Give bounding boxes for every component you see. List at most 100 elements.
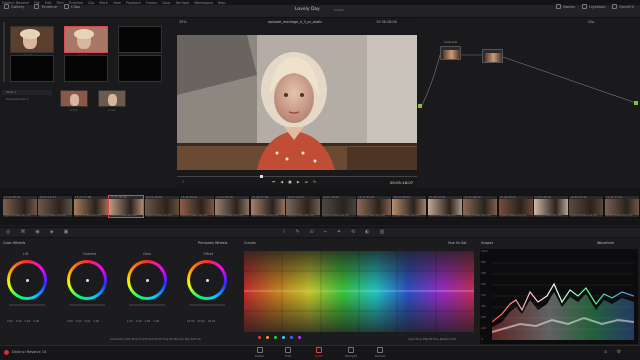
menu-item-11[interactable]: Fairlight — [176, 1, 190, 5]
yellow-channel-dot[interactable] — [266, 336, 269, 339]
curves-mode[interactable]: Hue Vs Sat — [448, 241, 467, 245]
gallery-scrollbar[interactable] — [3, 22, 5, 82]
wheel-value[interactable]: 0.00 — [85, 320, 91, 323]
menu-item-9[interactable]: Fusion — [146, 1, 157, 5]
wheel-center-dot[interactable] — [205, 278, 209, 282]
wheel-value[interactable]: 0.00 — [16, 320, 22, 323]
wheel-value[interactable]: 0.00 — [33, 320, 39, 323]
timeline-clip[interactable]: 12:21:50:20 Apple ProRes 422 HQ — [214, 195, 251, 218]
page-tab-edit[interactable]: Edit — [285, 347, 291, 358]
gallery-still[interactable] — [10, 55, 54, 82]
color-wheels-mode[interactable]: Primaries Wheels — [198, 241, 227, 245]
node-input-source[interactable] — [418, 104, 422, 108]
wheel-master-slider[interactable] — [69, 304, 105, 306]
cyan-channel-dot[interactable] — [282, 336, 285, 339]
timeline-clip[interactable]: 15:36:28:08 Apple ProRes 422 HQ — [108, 195, 145, 218]
wheel-center-dot[interactable] — [145, 278, 149, 282]
magenta-channel-dot[interactable] — [298, 336, 301, 339]
timeline-clip[interactable]: 11:22:28:10 Apple ProRes 422 HQ — [2, 195, 38, 218]
timeline-clip[interactable]: 15:23:28:09 Apple ProRes 422 HQ — [143, 195, 180, 218]
page-tab-fairlight[interactable]: Fairlight — [345, 347, 357, 358]
timeline-clip[interactable]: 14:47:19:04 Apple ProRes 422 HQ — [320, 195, 357, 218]
menu-item-12[interactable]: Workspace — [194, 1, 213, 5]
palette-tools-right[interactable]: ⌇✎⊙⌁✦⟲◐▥ — [283, 229, 394, 235]
gallery-still[interactable] — [118, 26, 162, 53]
wheel-values[interactable]: 1.00 1.00 1.00 1.00 — [127, 320, 159, 323]
gallery-still[interactable] — [64, 26, 108, 53]
menu-item-5[interactable]: Clip — [88, 1, 94, 5]
menu-item-13[interactable]: Help — [218, 1, 226, 5]
viewer-frame[interactable] — [177, 35, 417, 170]
wheel-master-slider[interactable] — [129, 304, 165, 306]
nodes-button[interactable]: Nodes — [556, 3, 575, 10]
timeline-clip[interactable]: 14:27:23:03 Apple ProRes 422 HQ — [285, 195, 322, 218]
page-tab-deliver[interactable]: Deliver — [375, 347, 386, 358]
gallery-still[interactable] — [60, 90, 88, 107]
wheel-values[interactable]: 0.00 0.00 0.00 0.00 — [67, 320, 99, 323]
green-channel-dot[interactable] — [274, 336, 277, 339]
viewer-audio-icon[interactable]: ♪ — [182, 180, 184, 184]
menu-item-6[interactable]: Mark — [99, 1, 107, 5]
menu-item-8[interactable]: Playback — [126, 1, 141, 5]
node-output[interactable] — [634, 101, 638, 105]
timeline-clip[interactable]: 15:26:46:07 Apple ProRes 422 HQ — [497, 195, 534, 218]
wheel-master-slider[interactable] — [9, 304, 45, 306]
wheel-value[interactable]: 1.00 — [127, 320, 133, 323]
bottom-right-icons[interactable]: ⌂ ⚙ — [604, 349, 625, 355]
timeline-clip[interactable]: 15:23:37:08 Apple ProRes 422 HQ — [72, 195, 109, 218]
node-editor-mode[interactable]: Clip — [588, 20, 594, 24]
wheel-value[interactable]: 0.00 — [25, 320, 31, 323]
wheel-value[interactable]: 0.00 — [76, 320, 82, 323]
menu-item-7[interactable]: View — [113, 1, 121, 5]
scopes-mode[interactable]: Waveform — [597, 241, 614, 245]
wheel-values[interactable]: 0.00 0.00 0.00 0.00 — [7, 320, 39, 323]
scrubber-playhead[interactable] — [260, 175, 263, 178]
blue-channel-dot[interactable] — [290, 336, 293, 339]
timeline-clip[interactable]: 13:43:44:22 Apple ProRes 422 HQ — [533, 195, 569, 218]
curves-channel-dots[interactable] — [258, 336, 301, 339]
timeline-clip[interactable]: 15:26:40:12 Apple ProRes 422 HQ — [179, 195, 215, 218]
wheel-center-dot[interactable] — [85, 278, 89, 282]
timeline-clip[interactable]: 11:11:17:21 Apple ProRes 422 HQ — [603, 195, 640, 218]
wheel-center-dot[interactable] — [25, 278, 29, 282]
gallery-still[interactable] — [98, 90, 126, 107]
red-channel-dot[interactable] — [258, 336, 261, 339]
clips-button[interactable]: Clips — [64, 3, 80, 10]
palette-tools-left[interactable]: ◎⌘◉◈▣ — [6, 229, 78, 235]
wheel-values[interactable]: 25.00 25.00 25.00 — [187, 320, 215, 323]
openfx-button[interactable]: OpenFX — [612, 3, 634, 10]
timeline-clip[interactable]: 15:46:47:08 Apple ProRes 422 HQ — [249, 195, 286, 218]
timeline-clip[interactable]: 14:47:08:09 Apple ProRes 422 HQ — [462, 195, 499, 218]
wheel-master-slider[interactable] — [189, 304, 225, 306]
timeline-clip[interactable]: 16:14:14:23 Apple ProRes 422 HQ — [37, 195, 74, 218]
gallery-still[interactable] — [118, 55, 162, 82]
timeline-clip[interactable]: 14:27:23:03 Apple ProRes 422 HQ — [356, 195, 392, 218]
wheel-value[interactable]: 0.00 — [67, 320, 73, 323]
timeline-clip[interactable]: 16:43:22:22 Apple ProRes 422 HQ — [568, 195, 605, 218]
gallery-button[interactable]: Gallery — [4, 3, 25, 10]
wheel-value[interactable]: 25.00 — [208, 320, 215, 323]
viewer-zoom[interactable]: 39% — [179, 20, 187, 24]
timeline-clip[interactable]: 15:45:13:00 Apple ProRes 422 HQ — [426, 195, 463, 218]
wheel-value[interactable]: 1.00 — [153, 320, 159, 323]
viewer-scrubber[interactable] — [177, 176, 417, 177]
page-tab-color[interactable]: Color — [315, 347, 323, 358]
wheel-value[interactable]: 0.00 — [93, 320, 99, 323]
timelines-button[interactable]: Timeline — [34, 3, 57, 10]
wheel-value[interactable]: 0.00 — [7, 320, 13, 323]
menu-item-10[interactable]: Color — [162, 1, 171, 5]
wheel-value[interactable]: 1.00 — [145, 320, 151, 323]
powergrades-folder[interactable]: PowerGrades 1 — [6, 97, 29, 101]
menu-item-3[interactable]: Trim — [56, 1, 63, 5]
timeline-clip[interactable]: 16:47:08:09 Apple ProRes 422 HQ — [391, 195, 428, 218]
primary-params[interactable]: Contrast 1.000 Pivot 0.435 Sat 50.00 Hue… — [110, 337, 201, 341]
wheel-value[interactable]: 25.00 — [187, 320, 194, 323]
gallery-still[interactable] — [64, 55, 108, 82]
wheel-value[interactable]: 1.00 — [136, 320, 142, 323]
wheel-value[interactable]: 25.00 — [197, 320, 204, 323]
lightbox-button[interactable]: Lightbox — [582, 3, 605, 10]
gallery-still[interactable] — [10, 26, 54, 53]
transport-controls[interactable]: ⏮ ◀ ■ ▶ ⏭ ↻ — [272, 180, 318, 184]
page-tab-media[interactable]: Media — [255, 347, 264, 358]
viewer-timeline-name[interactable]: episode_montage_4_3_pr_static — [268, 20, 322, 24]
